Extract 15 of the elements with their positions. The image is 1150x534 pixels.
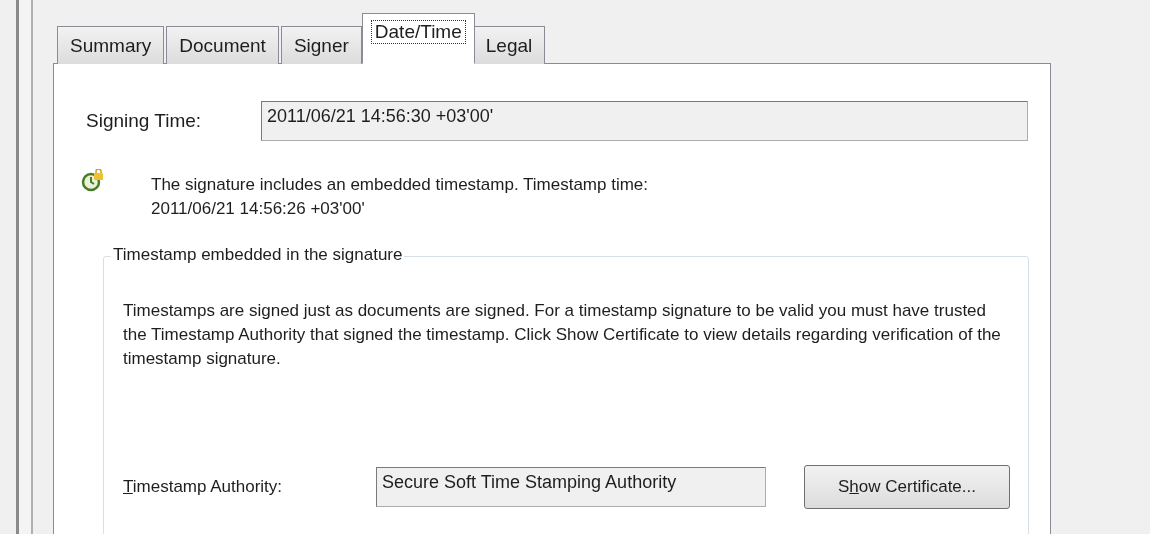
- tab[interactable]: Legal: [472, 26, 546, 64]
- tab[interactable]: Date/Time: [361, 13, 475, 64]
- timestamp-time: 2011/06/21 14:56:26 +03'00': [151, 198, 366, 220]
- notice-text: The signature includes an embedded timestamp. Timestamp time:: [151, 174, 649, 196]
- field-label: Signing Time:: [86, 110, 203, 132]
- tab[interactable]: Summary: [57, 26, 165, 64]
- tab[interactable]: Signer: [280, 26, 362, 64]
- clock-lock-icon: [81, 169, 105, 193]
- show-certificate-button[interactable]: Show Certificate...: [804, 465, 1010, 509]
- signing-time-field[interactable]: 2011/06/21 14:56:30 +03'00': [261, 101, 1028, 141]
- group-title: Timestamp embedded in the signature: [111, 245, 405, 265]
- field-label: Timestamp Authority:: [123, 477, 284, 497]
- description-text: Timestamps are signed just as documents are signed. For a timestamp signature to be valid you must have trusted the Timestamp Authority that signed the timestamp. Click Show Certificate to view details regarding verification of the timestamp signature.: [123, 300, 1002, 370]
- authority-field[interactable]: Secure Soft Time Stamping Authority: [376, 467, 766, 507]
- tab[interactable]: Document: [166, 26, 279, 64]
